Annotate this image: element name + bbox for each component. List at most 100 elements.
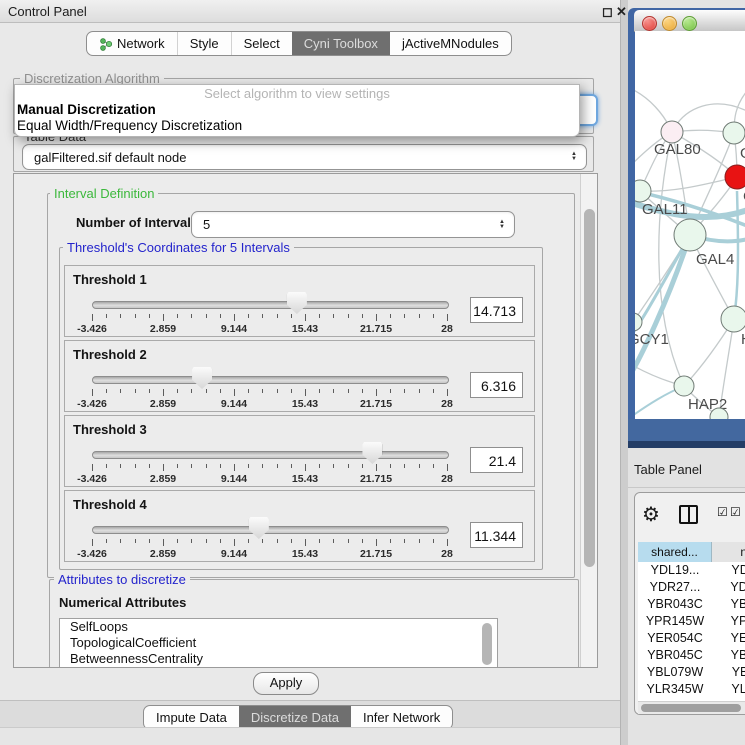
tab-impute-data[interactable]: Impute Data <box>144 706 239 729</box>
network-node-label: G <box>740 145 745 162</box>
table-data-combobox[interactable]: galFiltered.sif default node ▲ ▼ <box>22 144 587 170</box>
network-node-label: GCY1 <box>635 331 669 348</box>
network-node[interactable] <box>721 306 745 332</box>
gear-icon[interactable]: ⚙ <box>642 502 660 527</box>
tab-cyni-toolbox-label: Cyni Toolbox <box>304 36 378 51</box>
zoom-window-icon[interactable] <box>682 16 697 31</box>
slider-minor-tick <box>262 314 263 318</box>
slider-tick-label: -3.426 <box>62 548 122 560</box>
slider-minor-tick <box>362 389 363 393</box>
numerical-attributes-list[interactable]: SelfLoopsTopologicalCoefficientBetweenne… <box>59 618 498 668</box>
threshold-slider-track[interactable] <box>92 376 449 384</box>
deselect-columns-icon[interactable]: ☑ <box>730 505 741 519</box>
close-panel-icon[interactable]: ✕ <box>616 4 627 20</box>
table-cell-name[interactable]: YPR1 <box>712 613 745 630</box>
table-cell-name[interactable]: YDR2 <box>712 579 745 596</box>
slider-minor-tick <box>404 389 405 393</box>
tab-select[interactable]: Select <box>231 32 292 55</box>
slider-minor-tick <box>149 539 150 543</box>
close-window-icon[interactable] <box>642 16 657 31</box>
table-cell-name[interactable]: YBR0 <box>712 596 745 613</box>
table-panel-box: ⚙ ☑ ☑ shared... na YDL19...YDL1YDR27...Y… <box>634 492 745 715</box>
tab-jactivemnodules-label: jActiveMNodules <box>402 36 499 51</box>
network-node[interactable] <box>661 121 683 143</box>
network-node[interactable] <box>725 165 745 189</box>
table-hscrollbar-track[interactable] <box>638 701 745 714</box>
table-cell-name[interactable]: YBL0 <box>712 664 745 681</box>
threshold-slider-track[interactable] <box>92 451 449 459</box>
table-cell-shared-name[interactable]: YER054C <box>638 630 712 647</box>
slider-minor-tick <box>120 464 121 468</box>
network-node[interactable] <box>674 219 706 251</box>
threshold-slider-thumb[interactable] <box>249 517 269 539</box>
threshold-slider-thumb[interactable] <box>362 442 382 464</box>
dropdown-option-equal-width[interactable]: Equal Width/Frequency Discretization <box>17 118 242 133</box>
threshold-slider-thumb[interactable] <box>192 367 212 389</box>
table-cell-shared-name[interactable]: YLR345W <box>638 681 712 698</box>
network-node-label: GAL11 <box>642 201 688 218</box>
slider-minor-tick <box>262 464 263 468</box>
table-cell-shared-name[interactable]: YBR043C <box>638 596 712 613</box>
select-all-columns-icon[interactable]: ☑ <box>717 505 728 519</box>
table-cell-name[interactable]: YLR3 <box>712 681 745 698</box>
dropdown-hint-option[interactable]: Select algorithm to view settings <box>15 86 579 101</box>
column-header-shared[interactable]: shared... <box>638 542 712 562</box>
slider-minor-tick <box>220 314 221 318</box>
attributes-list-scrollbar[interactable] <box>482 623 492 665</box>
settings-scrollbar-track[interactable] <box>580 174 598 667</box>
tab-style[interactable]: Style <box>177 32 231 55</box>
slider-minor-tick <box>362 314 363 318</box>
table-cell-name[interactable]: YDL1 <box>712 562 745 579</box>
tab-network[interactable]: Network <box>87 32 177 55</box>
network-node[interactable] <box>723 122 745 144</box>
threshold-slider-track[interactable] <box>92 301 449 309</box>
dropdown-option-manual-discretization[interactable]: Manual Discretization <box>17 102 156 117</box>
float-window-icon[interactable]: ◻ <box>602 4 613 20</box>
settings-scrollbar-thumb[interactable] <box>584 209 595 567</box>
slider-major-tick <box>92 314 93 321</box>
slider-minor-tick <box>277 389 278 393</box>
table-cell-name[interactable]: YBR0 <box>712 647 745 664</box>
slider-major-tick <box>92 539 93 546</box>
thresholds-legend: Threshold's Coordinates for 5 Intervals <box>63 240 294 255</box>
column-header-name[interactable]: na <box>712 542 745 562</box>
number-of-intervals-combobox[interactable]: 5 ▲ ▼ <box>191 211 515 238</box>
attribute-list-item[interactable]: TopologicalCoefficient <box>60 635 497 651</box>
table-cell-shared-name[interactable]: YPR145W <box>638 613 712 630</box>
threshold-value-field[interactable]: 11.344 <box>470 522 523 548</box>
table-panel-header: Table Panel <box>628 448 745 488</box>
threshold-slider-track[interactable] <box>92 526 449 534</box>
threshold-value-field[interactable]: 6.316 <box>470 372 523 398</box>
tab-infer-network[interactable]: Infer Network <box>351 706 452 729</box>
threshold-value-field[interactable]: 21.4 <box>470 447 523 473</box>
control-panel: Control Panel ◻ ✕ Network Style Select C… <box>0 0 621 745</box>
slider-tick-label: 15.43 <box>275 548 335 560</box>
network-node[interactable] <box>635 313 642 331</box>
slider-minor-tick <box>348 464 349 468</box>
table-hscrollbar-thumb[interactable] <box>641 704 741 712</box>
apply-button[interactable]: Apply <box>253 672 319 695</box>
slider-minor-tick <box>262 389 263 393</box>
attribute-list-item[interactable]: BetweennessCentrality <box>60 651 497 667</box>
table-cell-name[interactable]: YER0 <box>712 630 745 647</box>
tab-cyni-toolbox[interactable]: Cyni Toolbox <box>292 32 390 55</box>
tab-discretize-data[interactable]: Discretize Data <box>239 706 351 729</box>
columns-icon[interactable] <box>679 505 698 524</box>
minimize-window-icon[interactable] <box>662 16 677 31</box>
table-cell-shared-name[interactable]: YDL19... <box>638 562 712 579</box>
slider-minor-tick <box>419 539 420 543</box>
network-node[interactable] <box>674 376 694 396</box>
threshold-value-field[interactable]: 14.713 <box>470 297 523 323</box>
slider-minor-tick <box>291 314 292 318</box>
table-cell-shared-name[interactable]: YBR045C <box>638 647 712 664</box>
threshold-slider-thumb[interactable] <box>287 292 307 314</box>
slider-tick-label: 15.43 <box>275 323 335 335</box>
slider-minor-tick <box>206 389 207 393</box>
table-cell-shared-name[interactable]: YDR27... <box>638 579 712 596</box>
slider-minor-tick <box>333 389 334 393</box>
tab-jactivemnodules[interactable]: jActiveMNodules <box>390 32 511 55</box>
table-cell-shared-name[interactable]: YBL079W <box>638 664 712 681</box>
attribute-list-item[interactable]: SelfLoops <box>60 619 497 635</box>
slider-major-tick <box>305 314 306 321</box>
network-canvas[interactable]: GAL80GCGAL11GAL4GCY1HHAP2 <box>635 31 745 419</box>
